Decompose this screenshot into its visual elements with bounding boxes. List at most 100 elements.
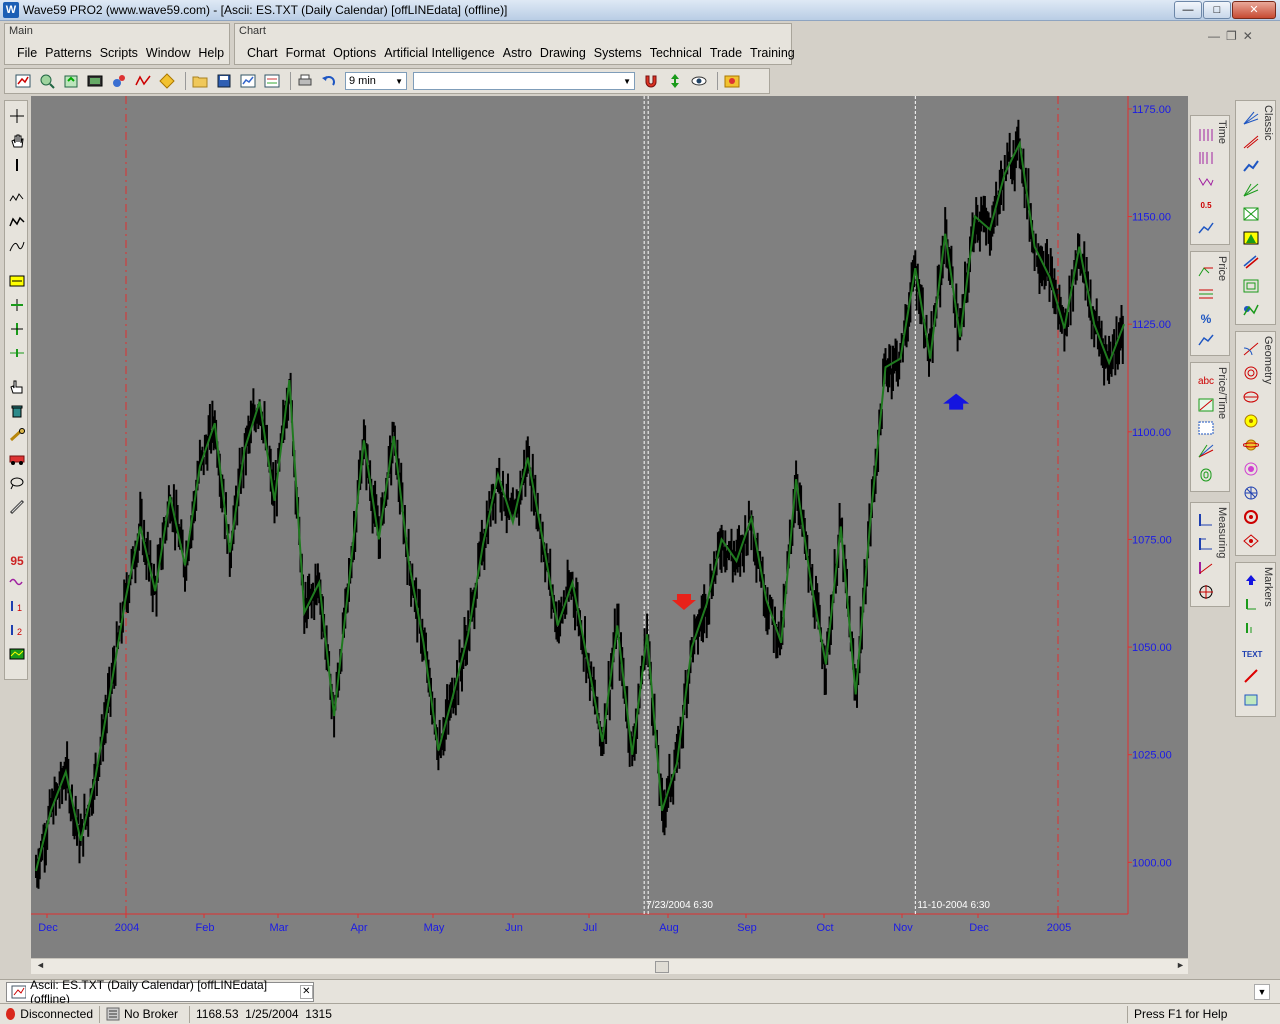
andrews-pitchfork-icon[interactable] bbox=[1242, 111, 1260, 129]
interval-select[interactable]: 9 min ▼ bbox=[345, 72, 407, 90]
spiral-icon[interactable] bbox=[1197, 468, 1215, 486]
settings-tools-icon[interactable] bbox=[109, 71, 129, 91]
zoom-chart-icon[interactable] bbox=[37, 71, 57, 91]
sun-icon[interactable] bbox=[1242, 414, 1260, 432]
chart-menu-chart[interactable]: Chart bbox=[243, 46, 282, 60]
numeric-95-icon[interactable]: 95 bbox=[7, 551, 27, 571]
magnet-icon[interactable] bbox=[641, 71, 661, 91]
menu-window[interactable]: Window bbox=[142, 46, 194, 60]
price-panel-tab[interactable]: Price bbox=[1216, 256, 1228, 281]
pattern-search-icon[interactable] bbox=[157, 71, 177, 91]
concentric-circles-icon[interactable] bbox=[1242, 462, 1260, 480]
bar-chart-icon[interactable] bbox=[7, 191, 27, 211]
save-icon[interactable] bbox=[214, 71, 234, 91]
diamond-icon[interactable] bbox=[1242, 534, 1260, 552]
chart-menu-format[interactable]: Format bbox=[282, 46, 330, 60]
measure-bars-icon[interactable] bbox=[1197, 513, 1215, 531]
chart-menu-technical[interactable]: Technical bbox=[646, 46, 706, 60]
grid-box-icon[interactable] bbox=[1197, 421, 1215, 439]
cross-lines-icon[interactable] bbox=[1242, 135, 1260, 153]
chart-menu-training[interactable]: Training bbox=[746, 46, 799, 60]
fib-time-icon[interactable] bbox=[1197, 151, 1215, 169]
planet-icon[interactable] bbox=[1242, 438, 1260, 456]
chart-menu-trade[interactable]: Trade bbox=[706, 46, 746, 60]
percent-icon[interactable]: % bbox=[1197, 310, 1215, 328]
refresh-data-icon[interactable] bbox=[61, 71, 81, 91]
move-icon[interactable] bbox=[7, 322, 27, 342]
time-panel-tab[interactable]: Time bbox=[1216, 120, 1228, 144]
close-button[interactable]: ✕ bbox=[1232, 1, 1276, 19]
candle-chart-icon[interactable] bbox=[7, 215, 27, 235]
chart-menu-drawing[interactable]: Drawing bbox=[536, 46, 590, 60]
ruler-icon[interactable] bbox=[7, 499, 27, 520]
new-chart-icon[interactable] bbox=[13, 71, 33, 91]
wave-count-2-icon[interactable]: 2 bbox=[7, 623, 27, 643]
chart-canvas[interactable]: 1175.00 1150.00 1125.00 1100.00 1075.00 1050.… bbox=[31, 96, 1188, 958]
mdi-close-button[interactable]: ✕ bbox=[1243, 29, 1253, 43]
screen-icon[interactable] bbox=[85, 71, 105, 91]
square-grid-icon[interactable] bbox=[1242, 279, 1260, 297]
ellipse-icon[interactable] bbox=[1242, 390, 1260, 408]
pointer-hand-icon[interactable] bbox=[7, 380, 27, 400]
cycle-wave-icon[interactable] bbox=[7, 575, 27, 595]
wave-analysis-icon[interactable] bbox=[1242, 303, 1260, 321]
tab-list-dropdown[interactable]: ▼ bbox=[1254, 984, 1270, 1000]
menu-help[interactable]: Help bbox=[194, 46, 228, 60]
vertical-line-icon[interactable] bbox=[7, 158, 27, 178]
chart-menu-options[interactable]: Options bbox=[329, 46, 380, 60]
chart-horizontal-scrollbar[interactable]: ◄ ► bbox=[31, 958, 1188, 974]
line-marker-icon[interactable] bbox=[1242, 669, 1260, 687]
expand-icon[interactable] bbox=[7, 346, 27, 366]
print-icon[interactable] bbox=[295, 71, 315, 91]
fan-lines-icon[interactable] bbox=[1197, 444, 1215, 462]
price-chart[interactable]: 1175.00 1150.00 1125.00 1100.00 1075.00 1050.… bbox=[31, 96, 1188, 958]
crosshair-icon[interactable] bbox=[7, 109, 27, 129]
wrench-icon[interactable] bbox=[7, 428, 27, 448]
geometry-panel-tab[interactable]: Geometry bbox=[1262, 336, 1274, 384]
undo-icon[interactable] bbox=[319, 71, 339, 91]
trend-channel-icon[interactable] bbox=[1242, 159, 1260, 177]
scrollbar-thumb[interactable] bbox=[655, 961, 669, 973]
maximize-button[interactable]: □ bbox=[1203, 1, 1231, 19]
chart-template-icon[interactable] bbox=[238, 71, 258, 91]
tab-close-icon[interactable]: ✕ bbox=[299, 985, 313, 999]
chart-menu-systems[interactable]: Systems bbox=[590, 46, 646, 60]
time-cycles-icon[interactable] bbox=[1197, 128, 1215, 146]
diagonal-icon[interactable] bbox=[1197, 398, 1215, 416]
wave-count-1-icon[interactable]: 1 bbox=[7, 599, 27, 619]
arc-fan-icon[interactable] bbox=[1242, 342, 1260, 360]
circle-target-icon[interactable] bbox=[1242, 366, 1260, 384]
price-levels-icon[interactable] bbox=[1197, 287, 1215, 305]
hand-pan-icon[interactable] bbox=[7, 134, 27, 154]
classic-panel-tab[interactable]: Classic bbox=[1262, 105, 1274, 140]
scroll-left-icon[interactable]: ◄ bbox=[36, 960, 45, 970]
eye-icon[interactable] bbox=[689, 71, 709, 91]
horizontal-measure-icon[interactable] bbox=[7, 274, 27, 294]
measure-range-icon[interactable] bbox=[1197, 537, 1215, 555]
ring-icon[interactable] bbox=[1242, 510, 1260, 528]
rectangle-marker-icon[interactable] bbox=[1242, 693, 1260, 711]
target-icon[interactable] bbox=[1197, 585, 1215, 603]
grid-overlay-icon[interactable] bbox=[7, 647, 27, 667]
image-export-icon[interactable] bbox=[722, 71, 742, 91]
bar-marker-icon[interactable] bbox=[1242, 597, 1260, 615]
symbol-select[interactable]: ▼ bbox=[413, 72, 635, 90]
price-trend-icon[interactable] bbox=[1197, 333, 1215, 351]
vehicle-icon[interactable] bbox=[7, 452, 27, 472]
up-arrow-marker-icon[interactable] bbox=[1242, 573, 1260, 591]
minimize-button[interactable]: — bbox=[1174, 1, 1202, 19]
parallel-lines-icon[interactable] bbox=[1242, 255, 1260, 273]
chart-menu-astro[interactable]: Astro bbox=[499, 46, 536, 60]
curve-icon[interactable] bbox=[7, 239, 27, 259]
price-time-panel-tab[interactable]: Price/Time bbox=[1216, 367, 1228, 419]
vertical-measure-icon[interactable] bbox=[7, 298, 27, 318]
lasso-icon[interactable] bbox=[7, 476, 27, 496]
menu-file[interactable]: File bbox=[13, 46, 41, 60]
markers-panel-tab[interactable]: Markers bbox=[1262, 567, 1274, 607]
price-projection-icon[interactable] bbox=[1197, 264, 1215, 282]
chart-document-tab[interactable]: Ascii: ES.TXT (Daily Calendar) [offLINEd… bbox=[6, 978, 314, 1006]
menu-patterns[interactable]: Patterns bbox=[41, 46, 96, 60]
mdi-minimize-button[interactable]: — bbox=[1208, 29, 1220, 43]
text-label-icon[interactable]: abc bbox=[1197, 373, 1215, 391]
text-marker-icon[interactable]: TEXT bbox=[1242, 646, 1262, 664]
